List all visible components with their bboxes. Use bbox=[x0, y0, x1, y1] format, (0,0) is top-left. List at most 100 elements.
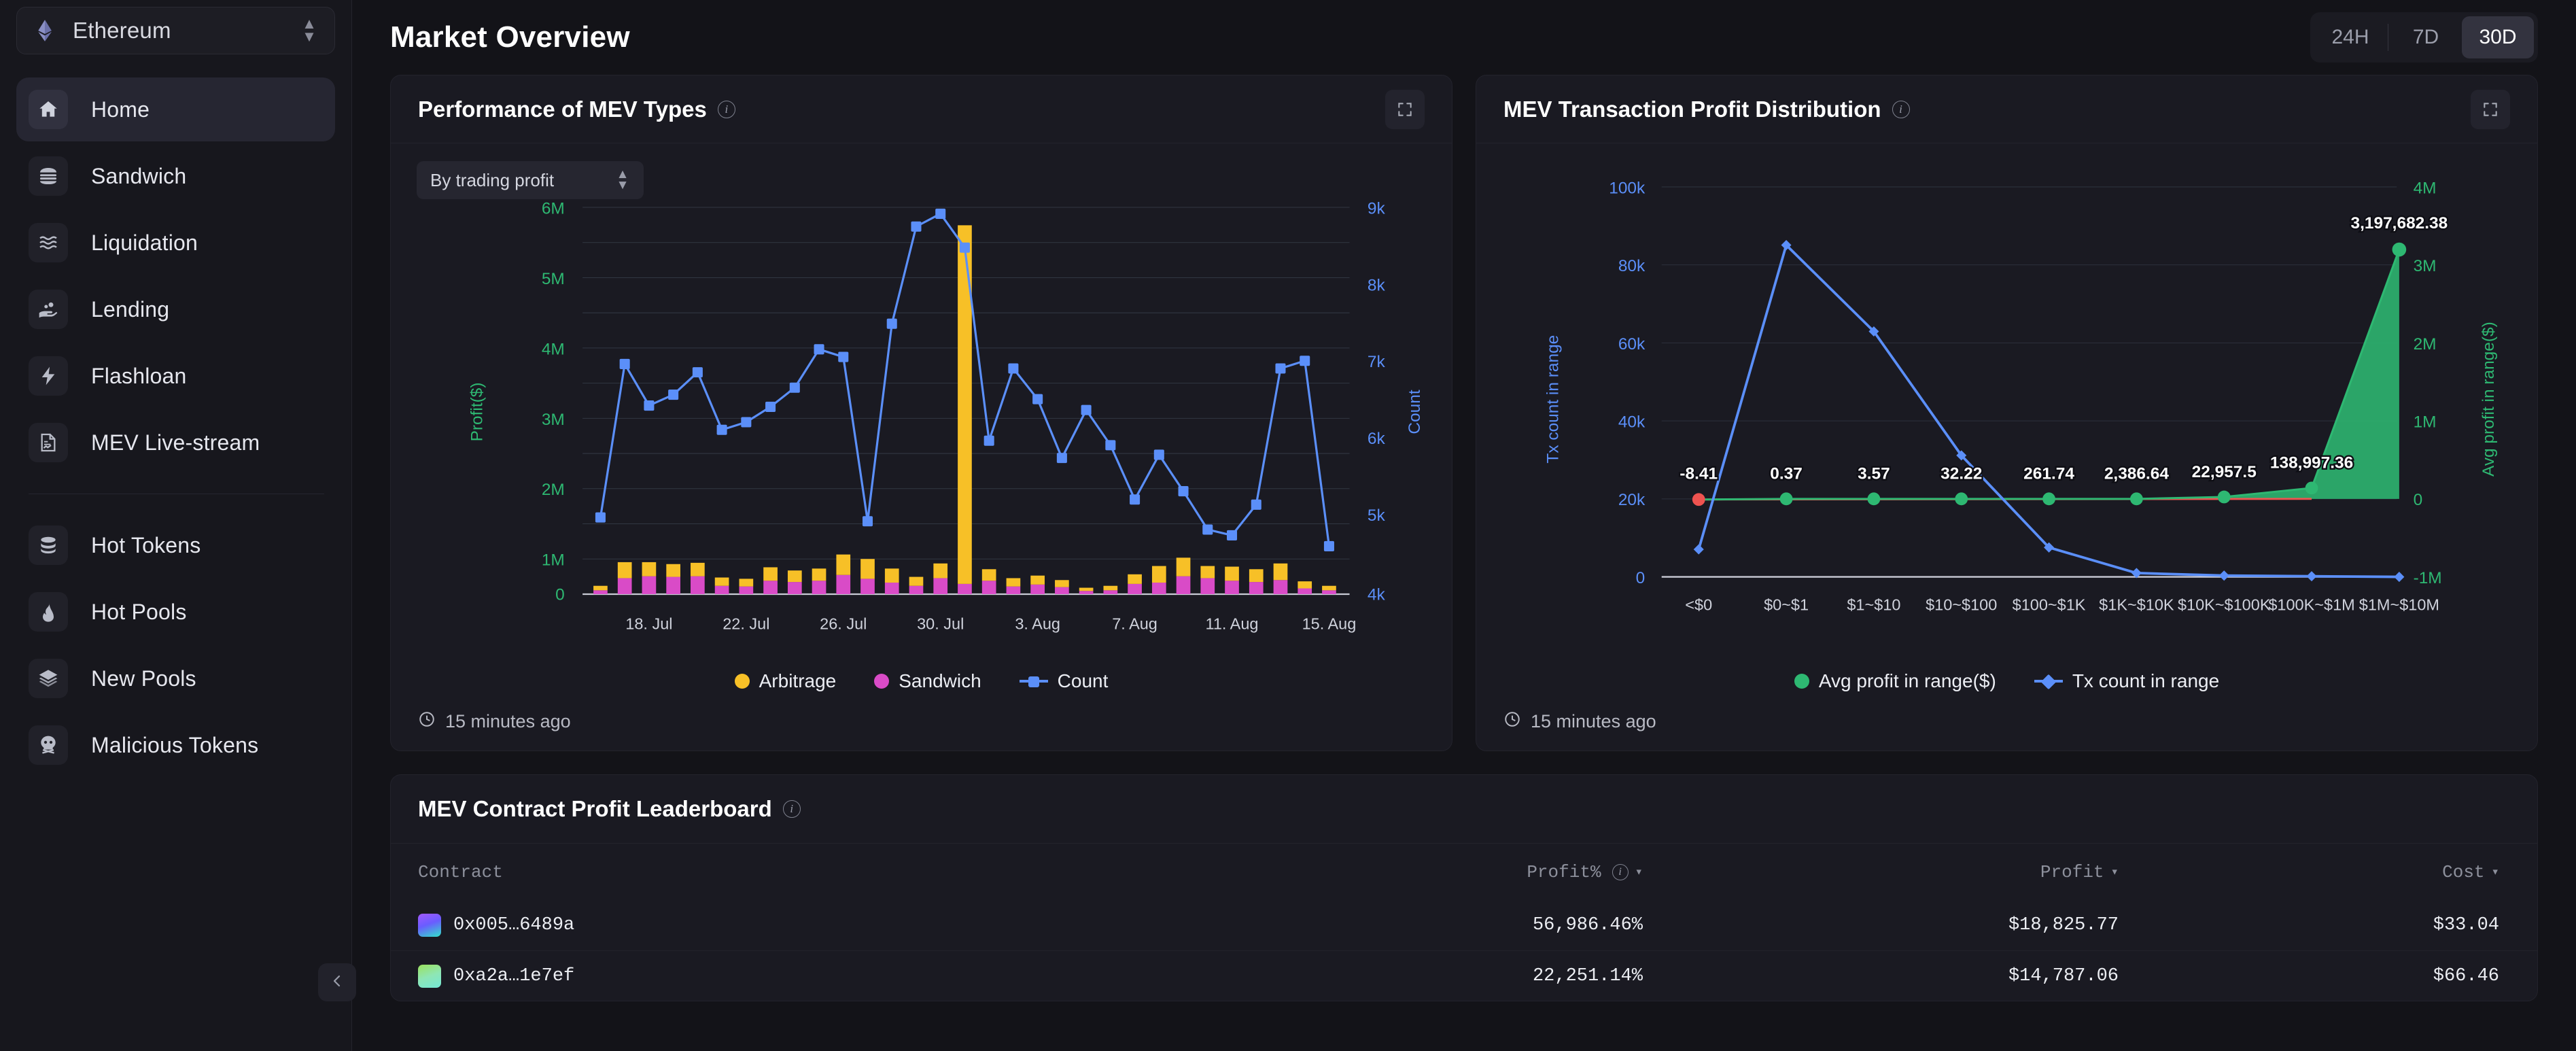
svg-text:9k: 9k bbox=[1368, 199, 1386, 218]
sidebar-item-new-pools[interactable]: New Pools bbox=[16, 647, 335, 710]
svg-text:$100K~$1M: $100K~$1M bbox=[2268, 596, 2354, 613]
livestream-icon bbox=[29, 423, 68, 462]
topbar: Market Overview 24H 7D 30D bbox=[375, 0, 2553, 75]
metric-select-value: By trading profit bbox=[430, 169, 555, 190]
svg-text:4M: 4M bbox=[2414, 179, 2437, 197]
svg-text:4k: 4k bbox=[1368, 585, 1386, 604]
svg-text:0.37: 0.37 bbox=[1770, 465, 1803, 483]
cell-profit-pct: 22,251.14% bbox=[1532, 965, 1643, 986]
svg-text:0: 0 bbox=[2414, 491, 2423, 509]
chain-selector[interactable]: Ethereum ▲ ▼ bbox=[16, 7, 335, 54]
charts-row: Performance of MEV Types i By trading pr… bbox=[375, 75, 2553, 752]
sort-caret-icon[interactable]: ▾ bbox=[1635, 864, 1643, 880]
skull-icon bbox=[29, 725, 68, 765]
svg-text:6k: 6k bbox=[1368, 430, 1386, 448]
column-label: Profit bbox=[2040, 861, 2104, 882]
column-header-profit-pct[interactable]: Profit% i ▾ bbox=[1370, 862, 1643, 882]
cell-cost: $33.04 bbox=[2433, 915, 2499, 936]
time-range-group: 24H 7D 30D bbox=[2310, 12, 2538, 63]
card-footer: 15 minutes ago bbox=[391, 692, 1452, 751]
sidebar-item-malicious-tokens[interactable]: Malicious Tokens bbox=[16, 713, 335, 777]
table-row[interactable]: 0x005…6489a 56,986.46% $18,825.77 $33.04 bbox=[391, 900, 2537, 950]
column-header-cost[interactable]: Cost ▾ bbox=[2119, 862, 2499, 882]
card-mev-contract-profit-leaderboard: MEV Contract Profit Leaderboard i Contra… bbox=[390, 774, 2538, 1002]
chevron-updown-icon: ▲ ▼ bbox=[616, 167, 629, 192]
range-button-24h[interactable]: 24H bbox=[2314, 16, 2386, 58]
svg-text:5k: 5k bbox=[1368, 506, 1386, 525]
sidebar-item-liquidation[interactable]: Liquidation bbox=[16, 211, 335, 275]
expand-icon[interactable] bbox=[1385, 89, 1425, 129]
legend-label: Avg profit in range($) bbox=[1818, 670, 1996, 692]
sidebar-item-lending[interactable]: Lending bbox=[16, 277, 335, 341]
avatar bbox=[418, 964, 441, 988]
svg-text:$1~$10: $1~$10 bbox=[1847, 596, 1900, 613]
sidebar-item-sandwich[interactable]: Sandwich bbox=[16, 144, 335, 208]
svg-text:$10K~$100K: $10K~$100K bbox=[2178, 596, 2271, 613]
table-header-row: Contract Profit% i ▾ Profit ▾ Cost ▾ bbox=[391, 843, 2537, 900]
svg-text:15. Aug: 15. Aug bbox=[1302, 615, 1357, 633]
updated-time: 15 minutes ago bbox=[1531, 710, 1656, 731]
column-label: Profit% bbox=[1527, 861, 1601, 882]
svg-text:3M: 3M bbox=[542, 411, 565, 429]
card-body: 100k 80k 60k 40k 20k 0 Tx count in range… bbox=[1476, 143, 2537, 692]
sidebar-item-mev-live-stream[interactable]: MEV Live-stream bbox=[16, 411, 335, 475]
svg-text:3,197,682.38: 3,197,682.38 bbox=[2351, 214, 2448, 232]
svg-text:Avg profit in range($): Avg profit in range($) bbox=[2479, 322, 2498, 477]
card-title: MEV Contract Profit Leaderboard bbox=[418, 796, 772, 822]
legend-item-count[interactable]: Count bbox=[1019, 670, 1108, 692]
sidebar-item-hot-pools[interactable]: Hot Pools bbox=[16, 580, 335, 644]
sidebar: Ethereum ▲ ▼ Home Sandwich Liquidation L… bbox=[0, 0, 356, 1051]
page-title: Market Overview bbox=[390, 20, 630, 54]
legend-line-diamond-icon bbox=[2034, 674, 2063, 690]
sidebar-item-flashloan[interactable]: Flashloan bbox=[16, 344, 335, 408]
range-button-7d[interactable]: 7D bbox=[2390, 16, 2462, 58]
cell-contract[interactable]: 0x005…6489a bbox=[418, 914, 1370, 937]
layers-icon bbox=[29, 659, 68, 698]
info-icon[interactable]: i bbox=[782, 800, 801, 819]
info-icon[interactable]: i bbox=[1892, 100, 1910, 118]
sidebar-item-home[interactable]: Home bbox=[16, 77, 335, 141]
info-icon[interactable]: i bbox=[717, 100, 735, 118]
sidebar-item-label: New Pools bbox=[91, 666, 196, 691]
chevron-updown-icon[interactable]: ▲ ▼ bbox=[302, 16, 317, 44]
svg-text:3. Aug: 3. Aug bbox=[1015, 615, 1060, 633]
svg-text:1M: 1M bbox=[2414, 413, 2437, 432]
liquidation-icon bbox=[29, 223, 68, 262]
svg-text:20k: 20k bbox=[1618, 491, 1646, 509]
sandwich-icon bbox=[29, 156, 68, 196]
svg-text:7. Aug: 7. Aug bbox=[1112, 615, 1158, 633]
legend-dot-icon bbox=[874, 674, 890, 689]
legend-item-sandwich[interactable]: Sandwich bbox=[874, 670, 981, 692]
legend-item-tx-count-in-range[interactable]: Tx count in range bbox=[2034, 670, 2219, 692]
profit-distribution-chart[interactable]: 100k 80k 60k 40k 20k 0 Tx count in range… bbox=[1476, 143, 2537, 668]
mev-types-chart[interactable]: 6M 5M 4M 3M 2M 1M 0 Profit($) 9k 8k 7k 6… bbox=[391, 143, 1452, 668]
svg-text:2,386.64: 2,386.64 bbox=[2104, 465, 2170, 483]
clock-icon bbox=[1503, 710, 1521, 733]
svg-text:100k: 100k bbox=[1609, 179, 1646, 197]
svg-text:$1M~$10M: $1M~$10M bbox=[2359, 596, 2439, 613]
column-header-profit[interactable]: Profit ▾ bbox=[1643, 862, 2119, 882]
svg-text:4M: 4M bbox=[542, 340, 565, 358]
table-row[interactable]: 0xa2a…1e7ef 22,251.14% $14,787.06 $66.46 bbox=[391, 950, 2537, 1001]
flashloan-icon bbox=[29, 356, 68, 396]
range-button-30d[interactable]: 30D bbox=[2462, 16, 2534, 58]
sort-caret-icon[interactable]: ▾ bbox=[2492, 864, 2499, 880]
sort-caret-icon[interactable]: ▾ bbox=[2111, 864, 2119, 880]
svg-text:$100~$1K: $100~$1K bbox=[2013, 596, 2086, 613]
legend-label: Arbitrage bbox=[759, 670, 837, 692]
metric-select[interactable]: By trading profit ▲ ▼ bbox=[417, 161, 644, 199]
expand-icon[interactable] bbox=[2471, 89, 2510, 129]
lending-icon bbox=[29, 290, 68, 329]
info-icon[interactable]: i bbox=[1612, 863, 1629, 880]
svg-text:$10~$100: $10~$100 bbox=[1926, 596, 1997, 613]
svg-text:22. Jul: 22. Jul bbox=[723, 615, 769, 633]
svg-text:0: 0 bbox=[555, 585, 565, 604]
cell-contract[interactable]: 0xa2a…1e7ef bbox=[418, 964, 1370, 988]
legend-item-arbitrage[interactable]: Arbitrage bbox=[734, 670, 837, 692]
legend-item-avg-profit-in-range[interactable]: Avg profit in range($) bbox=[1794, 670, 1996, 692]
card-body: By trading profit ▲ ▼ 6M 5M 4M 3M 2M 1M … bbox=[391, 143, 1452, 692]
sidebar-item-hot-tokens[interactable]: Hot Tokens bbox=[16, 513, 335, 577]
svg-text:6M: 6M bbox=[542, 199, 565, 218]
cell-profit: $18,825.77 bbox=[2008, 915, 2119, 936]
sidebar-collapse-button[interactable] bbox=[318, 963, 356, 1001]
